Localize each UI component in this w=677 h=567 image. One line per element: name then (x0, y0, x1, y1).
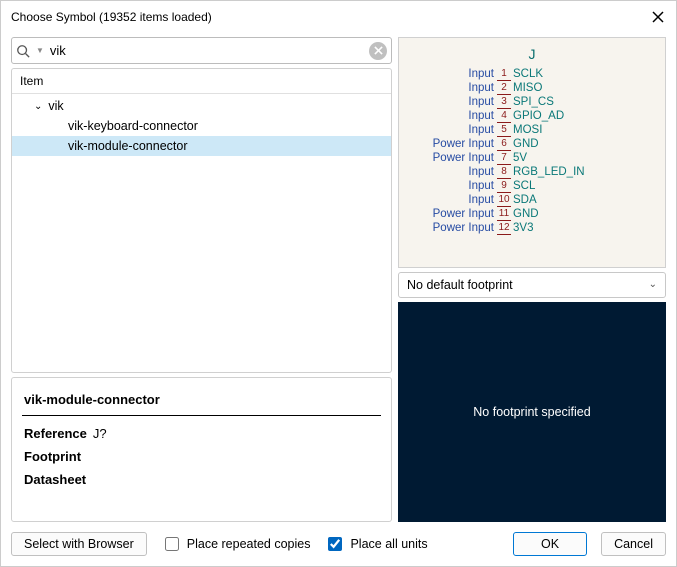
pin-number: 2 (497, 82, 511, 95)
pin-number: 11 (497, 208, 511, 221)
clear-search-button[interactable] (369, 42, 387, 60)
tree-header-item[interactable]: Item (12, 69, 391, 94)
pin-number: 3 (497, 96, 511, 109)
symbol-tree[interactable]: ⌄vikvik-keyboard-connectorvik-module-con… (12, 94, 391, 356)
pin-type: Input (399, 124, 497, 137)
tree-item[interactable]: vik-module-connector (12, 136, 391, 156)
pin-number: 8 (497, 166, 511, 179)
pin-number: 6 (497, 138, 511, 151)
pin-number: 10 (497, 194, 511, 207)
detail-divider (22, 415, 381, 416)
pin-number: 7 (497, 152, 511, 165)
bottom-bar: Select with Browser Place repeated copie… (1, 524, 676, 566)
pin-type: Input (399, 82, 497, 95)
close-button[interactable] (650, 9, 666, 25)
clear-icon (374, 46, 383, 55)
window-title: Choose Symbol (19352 items loaded) (11, 10, 212, 24)
pin-type: Input (399, 166, 497, 179)
tree-group[interactable]: ⌄vik (12, 96, 391, 116)
dialog-content: ▼ Item ⌄vikvik-keyboard-connectorvik-mod… (1, 31, 676, 524)
pin-name: SCLK (511, 68, 631, 81)
tree-h-scrollbar[interactable] (12, 356, 391, 372)
place-repeated-checkbox[interactable]: Place repeated copies (161, 534, 311, 554)
pin-name: MISO (511, 82, 631, 95)
place-all-units-input[interactable] (328, 537, 342, 551)
pin-name: SCL (511, 180, 631, 193)
search-input[interactable] (48, 42, 369, 59)
pin-type: Power Input (399, 208, 497, 221)
symbol-pins: Input1SCLKInput2MISOInput3SPI_CSInput4GP… (399, 68, 665, 235)
pin-type: Input (399, 180, 497, 193)
caret-down-icon: ⌄ (34, 101, 42, 112)
chevron-down-icon: ⌄ (649, 279, 657, 290)
right-column: J Input1SCLKInput2MISOInput3SPI_CSInput4… (398, 37, 666, 522)
dialog-window: Choose Symbol (19352 items loaded) ▼ Ite… (0, 0, 677, 567)
select-with-browser-button[interactable]: Select with Browser (11, 532, 147, 556)
title-bar: Choose Symbol (19352 items loaded) (1, 1, 676, 31)
symbol-tree-box: Item ⌄vikvik-keyboard-connectorvik-modul… (11, 68, 392, 373)
pin-type: Input (399, 110, 497, 123)
place-all-units-label: Place all units (350, 537, 427, 551)
footprint-select-label: No default footprint (407, 278, 513, 292)
footprint-select[interactable]: No default footprint ⌄ (398, 272, 666, 298)
pin-type: Power Input (399, 222, 497, 235)
detail-name: vik-module-connector (24, 392, 381, 407)
pin-name: GND (511, 138, 631, 151)
details-panel: vik-module-connector ReferenceJ? Footpri… (11, 377, 392, 522)
search-icon (16, 44, 30, 58)
pin-type: Input (399, 68, 497, 81)
place-all-units-checkbox[interactable]: Place all units (324, 534, 427, 554)
pin-type: Input (399, 194, 497, 207)
footprint-preview: No footprint specified (398, 302, 666, 523)
search-field[interactable]: ▼ (11, 37, 392, 64)
pin-name: MOSI (511, 124, 631, 137)
pin-number: 12 (497, 222, 511, 235)
pin-number: 5 (497, 124, 511, 137)
search-dropdown-caret-icon[interactable]: ▼ (36, 46, 44, 55)
pin-type: Power Input (399, 138, 497, 151)
pin-type: Power Input (399, 152, 497, 165)
tree-item[interactable]: vik-keyboard-connector (12, 116, 391, 136)
pin-name: 3V3 (511, 222, 631, 235)
cancel-button[interactable]: Cancel (601, 532, 666, 556)
symbol-preview: J Input1SCLKInput2MISOInput3SPI_CSInput4… (398, 37, 666, 268)
pin-name: GND (511, 208, 631, 221)
pin-name: RGB_LED_IN (511, 166, 631, 179)
ok-button[interactable]: OK (513, 532, 587, 556)
close-icon (652, 11, 664, 23)
place-repeated-input[interactable] (165, 537, 179, 551)
place-repeated-label: Place repeated copies (187, 537, 311, 551)
pin-number: 4 (497, 110, 511, 123)
pin-name: SPI_CS (511, 96, 631, 109)
pin-number: 9 (497, 180, 511, 193)
pin-name: GPIO_AD (511, 110, 631, 123)
detail-reference: ReferenceJ? (24, 426, 379, 441)
pin-name: 5V (511, 152, 631, 165)
left-column: ▼ Item ⌄vikvik-keyboard-connectorvik-mod… (11, 37, 392, 522)
pin-number: 1 (497, 68, 511, 81)
pin-type: Input (399, 96, 497, 109)
detail-footprint: Footprint (24, 449, 379, 464)
detail-datasheet: Datasheet (24, 472, 379, 487)
footprint-preview-text: No footprint specified (473, 405, 590, 419)
pin-name: SDA (511, 194, 631, 207)
symbol-refdes: J (399, 46, 665, 62)
